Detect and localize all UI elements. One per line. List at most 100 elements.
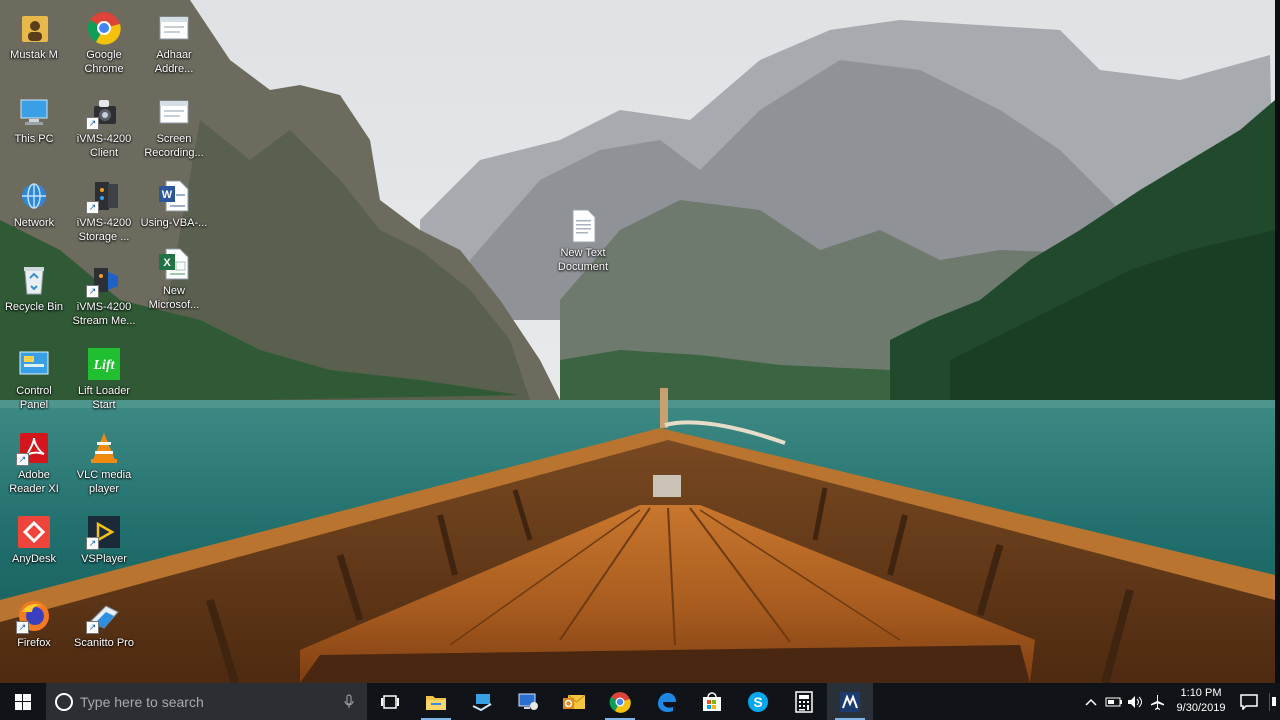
store-icon	[703, 691, 721, 711]
desktop-icon-firefox[interactable]: ↗ Firefox	[0, 594, 72, 674]
desktop-icon-user-folder[interactable]: Mustak M	[0, 6, 72, 86]
camera-icon: ↗	[86, 94, 122, 130]
battery-status[interactable]	[1104, 683, 1124, 720]
search-placeholder: Type here to search	[80, 693, 204, 710]
icon-label: Google Chrome	[84, 49, 124, 75]
icon-label: Lift Loader Start	[78, 385, 130, 411]
desktop-icon-new-text-document[interactable]: New Text Document	[545, 204, 621, 284]
mail-icon	[563, 694, 586, 709]
show-desktop-button[interactable]	[1268, 683, 1278, 720]
icon-label: VLC media player	[76, 469, 132, 495]
word-doc-icon: W	[156, 178, 192, 214]
shortcut-arrow-icon: ↗	[16, 453, 29, 466]
scanner-icon: ↗	[86, 598, 122, 634]
desktop-icon-this-pc[interactable]: This PC	[0, 90, 72, 170]
shortcut-arrow-icon: ↗	[86, 201, 99, 214]
icon-label: Firefox	[17, 637, 51, 649]
desktop-icon-google-chrome[interactable]: Google Chrome	[66, 6, 142, 86]
chrome-icon	[86, 10, 122, 46]
volume-control[interactable]	[1126, 683, 1144, 720]
network-icon	[16, 178, 52, 214]
vsplayer-icon: ↗	[86, 514, 122, 550]
computer-icon	[16, 94, 52, 130]
window-icon	[156, 10, 192, 46]
desktop-icon-vlc[interactable]: VLC media player	[66, 426, 142, 506]
desktop-icon-screen-recording[interactable]: Screen Recording...	[136, 90, 212, 170]
adobe-reader-icon: ↗	[16, 430, 52, 466]
svg-text:S: S	[753, 694, 762, 710]
icon-label: AnyDesk	[11, 553, 57, 565]
search-box[interactable]: Type here to search	[46, 683, 367, 720]
taskbar-network-share[interactable]	[459, 683, 505, 720]
start-button[interactable]	[0, 683, 46, 720]
recycle-bin-icon	[16, 262, 52, 298]
icon-label: Scanitto Pro	[74, 637, 134, 649]
clock[interactable]: 1:10 PM 9/30/2019	[1166, 683, 1236, 720]
vlc-icon	[86, 430, 122, 466]
lift-loader-icon: Lift	[86, 346, 122, 382]
notification-icon	[1240, 693, 1258, 710]
network-share-icon	[472, 693, 492, 711]
icon-label: Recycle Bin	[4, 301, 64, 313]
shortcut-arrow-icon: ↗	[86, 621, 99, 634]
icon-label: Screen Recording...	[144, 133, 204, 159]
desktop-icon-adobe-reader[interactable]: ↗ Adobe Reader XI	[0, 426, 72, 506]
show-hidden-icons[interactable]	[1083, 683, 1099, 720]
desktop-icon-recycle-bin[interactable]: Recycle Bin	[0, 258, 72, 338]
taskbar-file-explorer[interactable]	[413, 683, 459, 720]
taskbar-edge[interactable]	[643, 683, 689, 720]
taskbar-remote-desktop[interactable]	[505, 683, 551, 720]
windows-logo-icon	[15, 693, 31, 710]
anydesk-icon	[16, 514, 52, 550]
skype-icon: S	[748, 691, 768, 712]
icon-label: Control Panel	[16, 385, 52, 411]
taskbar-calculator[interactable]	[781, 683, 827, 720]
desktop-icon-vsplayer[interactable]: ↗ VSPlayer	[66, 510, 142, 590]
icon-label: Mustak M	[10, 49, 58, 61]
stream-icon: ↗	[86, 262, 122, 298]
icon-label: Using-VBA-...	[140, 217, 208, 229]
desktop-icon-ivms-storage[interactable]: ↗ iVMS-4200 Storage ...	[66, 174, 142, 254]
icon-label: VSPlayer	[81, 553, 127, 565]
desktop-icon-new-excel[interactable]: X New Microsof...	[136, 242, 212, 322]
desktop-icon-anydesk[interactable]: AnyDesk	[0, 510, 72, 590]
icon-label: iVMS-4200 Stream Me...	[72, 301, 136, 327]
desktop-icon-lift-loader[interactable]: Lift Lift Loader Start	[66, 342, 142, 422]
desktop-icon-network[interactable]: Network	[0, 174, 72, 254]
taskbar: Type here to search S 1:10 PM 9/30/2019	[0, 683, 1280, 720]
control-panel-icon	[16, 346, 52, 382]
clock-date: 9/30/2019	[1176, 702, 1226, 714]
cortana-icon	[55, 692, 73, 711]
network-status[interactable]	[1147, 683, 1167, 720]
desktop-icon-ivms-client[interactable]: ↗ iVMS-4200 Client	[66, 90, 142, 170]
action-center-button[interactable]	[1238, 683, 1260, 720]
speaker-icon	[1128, 695, 1142, 708]
desktop-icon-control-panel[interactable]: Control Panel	[0, 342, 72, 422]
shortcut-arrow-icon: ↗	[16, 621, 29, 634]
airplane-mode-icon	[1151, 694, 1164, 710]
text-document-icon	[565, 208, 601, 244]
icon-label: Adhaar Addre...	[154, 49, 194, 75]
microphone-icon[interactable]	[343, 694, 355, 710]
calculator-icon	[795, 690, 813, 713]
svg-text:X: X	[163, 257, 171, 269]
excel-doc-icon: X	[156, 246, 192, 282]
desktop-icon-ivms-stream[interactable]: ↗ iVMS-4200 Stream Me...	[66, 258, 142, 338]
taskbar-skype[interactable]: S	[735, 683, 781, 720]
taskbar-outlook[interactable]	[551, 683, 597, 720]
edge-icon	[658, 692, 676, 712]
task-view-button[interactable]	[367, 683, 413, 720]
icon-label: New Text Document	[557, 247, 609, 273]
task-view-icon	[381, 694, 399, 709]
firefox-icon: ↗	[16, 598, 52, 634]
taskbar-chrome[interactable]	[597, 683, 643, 720]
taskbar-store[interactable]	[689, 683, 735, 720]
app-m-icon	[840, 691, 860, 712]
desktop-icon-scanitto[interactable]: ↗ Scanitto Pro	[66, 594, 142, 674]
screen-edge	[1275, 0, 1280, 683]
svg-text:W: W	[162, 189, 173, 201]
taskbar-app-m[interactable]	[827, 683, 873, 720]
desktop-icon-adhaar[interactable]: Adhaar Addre...	[136, 6, 212, 86]
user-folder-icon	[16, 10, 52, 46]
remote-desktop-icon	[518, 693, 538, 710]
